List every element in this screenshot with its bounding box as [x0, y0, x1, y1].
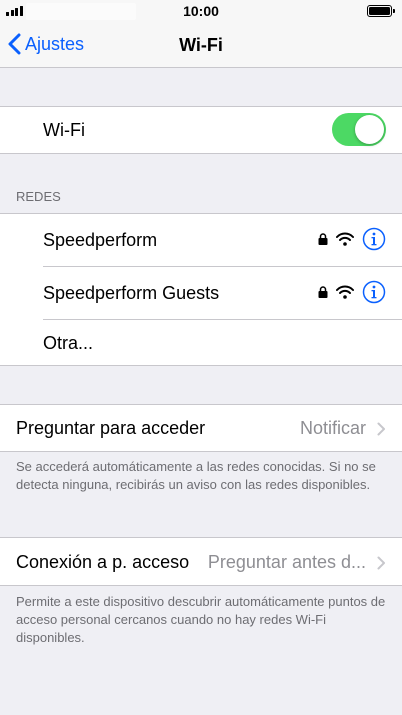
hotspot-label: Conexión a p. acceso: [16, 552, 190, 572]
ask-to-join-footer: Se accederá automáticamente a las redes …: [16, 459, 376, 492]
lock-icon: [318, 233, 328, 245]
status-bar: 10:00: [0, 0, 402, 22]
ask-to-join-value: Notificar: [299, 418, 366, 438]
network-row-speedperform-guests[interactable]: Speedperform Guests: [0, 267, 402, 320]
navigation-bar: Ajustes Wi-Fi: [0, 22, 402, 68]
lock-icon: [318, 286, 328, 298]
wifi-signal-icon: [336, 285, 354, 299]
chevron-right-icon: [377, 556, 385, 570]
toggle-knob: [355, 115, 384, 144]
other-network-label: Otra...: [43, 332, 94, 353]
battery-icon: [367, 5, 395, 17]
network-name: Speedperform: [43, 230, 158, 250]
ask-to-join-label: Preguntar para acceder: [16, 418, 206, 438]
wifi-toggle[interactable]: [332, 113, 386, 146]
wifi-signal-icon: [336, 232, 354, 246]
network-row-other[interactable]: Otra...: [0, 320, 402, 366]
wifi-toggle-group: Wi-Fi: [0, 106, 402, 154]
chevron-right-icon: [377, 422, 385, 436]
network-row-speedperform[interactable]: Speedperform: [0, 214, 402, 267]
hotspot-value: Preguntar antes d...: [207, 552, 366, 572]
info-icon[interactable]: [362, 280, 386, 304]
hotspot-row[interactable]: Conexión a p. acceso Preguntar antes d..…: [0, 537, 402, 586]
info-icon[interactable]: [362, 227, 386, 251]
ask-to-join-row[interactable]: Preguntar para acceder Notificar: [0, 404, 402, 452]
network-status-icons: [318, 227, 386, 251]
wifi-label: Wi-Fi: [43, 120, 85, 140]
page-title: Wi-Fi: [179, 35, 223, 55]
network-status-icons: [318, 280, 386, 304]
status-time: 10:00: [183, 3, 219, 19]
networks-group: Speedperform Speedperform Guests Otra...: [0, 213, 402, 366]
hotspot-footer: Permite a este dispositivo descubrir aut…: [16, 594, 386, 645]
networks-header: REDES: [16, 189, 61, 204]
network-name: Speedperform Guests: [43, 283, 220, 303]
